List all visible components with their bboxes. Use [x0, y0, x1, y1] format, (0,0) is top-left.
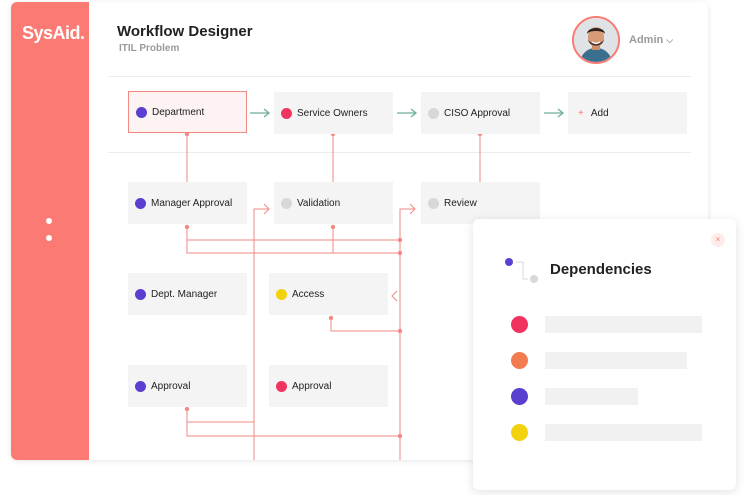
node-label: Approval	[151, 380, 191, 392]
node-access[interactable]: Access	[269, 273, 388, 315]
node-label: Service Owners	[297, 107, 368, 119]
status-dot	[135, 197, 146, 209]
dependency-placeholder-bar	[545, 316, 702, 333]
status-dot	[281, 197, 292, 209]
node-service-owners[interactable]: Service Owners	[274, 92, 393, 134]
node-label: Manager Approval	[151, 197, 233, 209]
node-label: Approval	[292, 380, 332, 392]
dependency-placeholder-bar	[545, 424, 702, 441]
node-validation[interactable]: Validation	[274, 182, 393, 224]
node-label: Access	[292, 288, 325, 300]
node-label: Review	[444, 197, 477, 209]
node-label: CISO Approval	[444, 107, 511, 119]
add-step-button[interactable]: + Add	[568, 92, 687, 134]
panel-title: Dependencies	[550, 261, 652, 278]
close-icon[interactable]: ×	[711, 233, 725, 247]
dependency-status-dot	[511, 388, 528, 405]
plus-icon: +	[578, 107, 584, 119]
node-label: Add	[590, 107, 609, 119]
node-approval[interactable]: Approval	[128, 365, 247, 407]
dependency-status-dot	[511, 424, 528, 441]
node-approval[interactable]: Approval	[269, 365, 388, 407]
dependency-status-dot	[511, 352, 528, 369]
node-ciso-approval[interactable]: CISO Approval	[421, 92, 540, 134]
status-dot	[276, 288, 287, 300]
status-dot	[276, 380, 287, 392]
dependency-placeholder-bar	[545, 352, 687, 369]
status-dot	[428, 197, 439, 209]
dependencies-panel: × Dependencies	[473, 219, 736, 490]
status-dot	[135, 380, 146, 392]
node-label: Dept. Manager	[151, 288, 218, 300]
node-dept-manager[interactable]: Dept. Manager	[128, 273, 247, 315]
node-label: Department	[152, 106, 205, 118]
status-dot	[428, 107, 439, 119]
node-label: Validation	[297, 197, 341, 209]
dependency-status-dot	[511, 316, 528, 333]
node-manager-approval[interactable]: Manager Approval	[128, 182, 247, 224]
dependencies-icon	[505, 258, 538, 283]
status-dot	[136, 106, 147, 118]
node-review[interactable]: Review	[421, 182, 540, 224]
dependency-placeholder-bar	[545, 388, 638, 405]
node-department[interactable]: Department	[128, 91, 247, 133]
status-dot	[281, 107, 292, 119]
status-dot	[135, 288, 146, 300]
